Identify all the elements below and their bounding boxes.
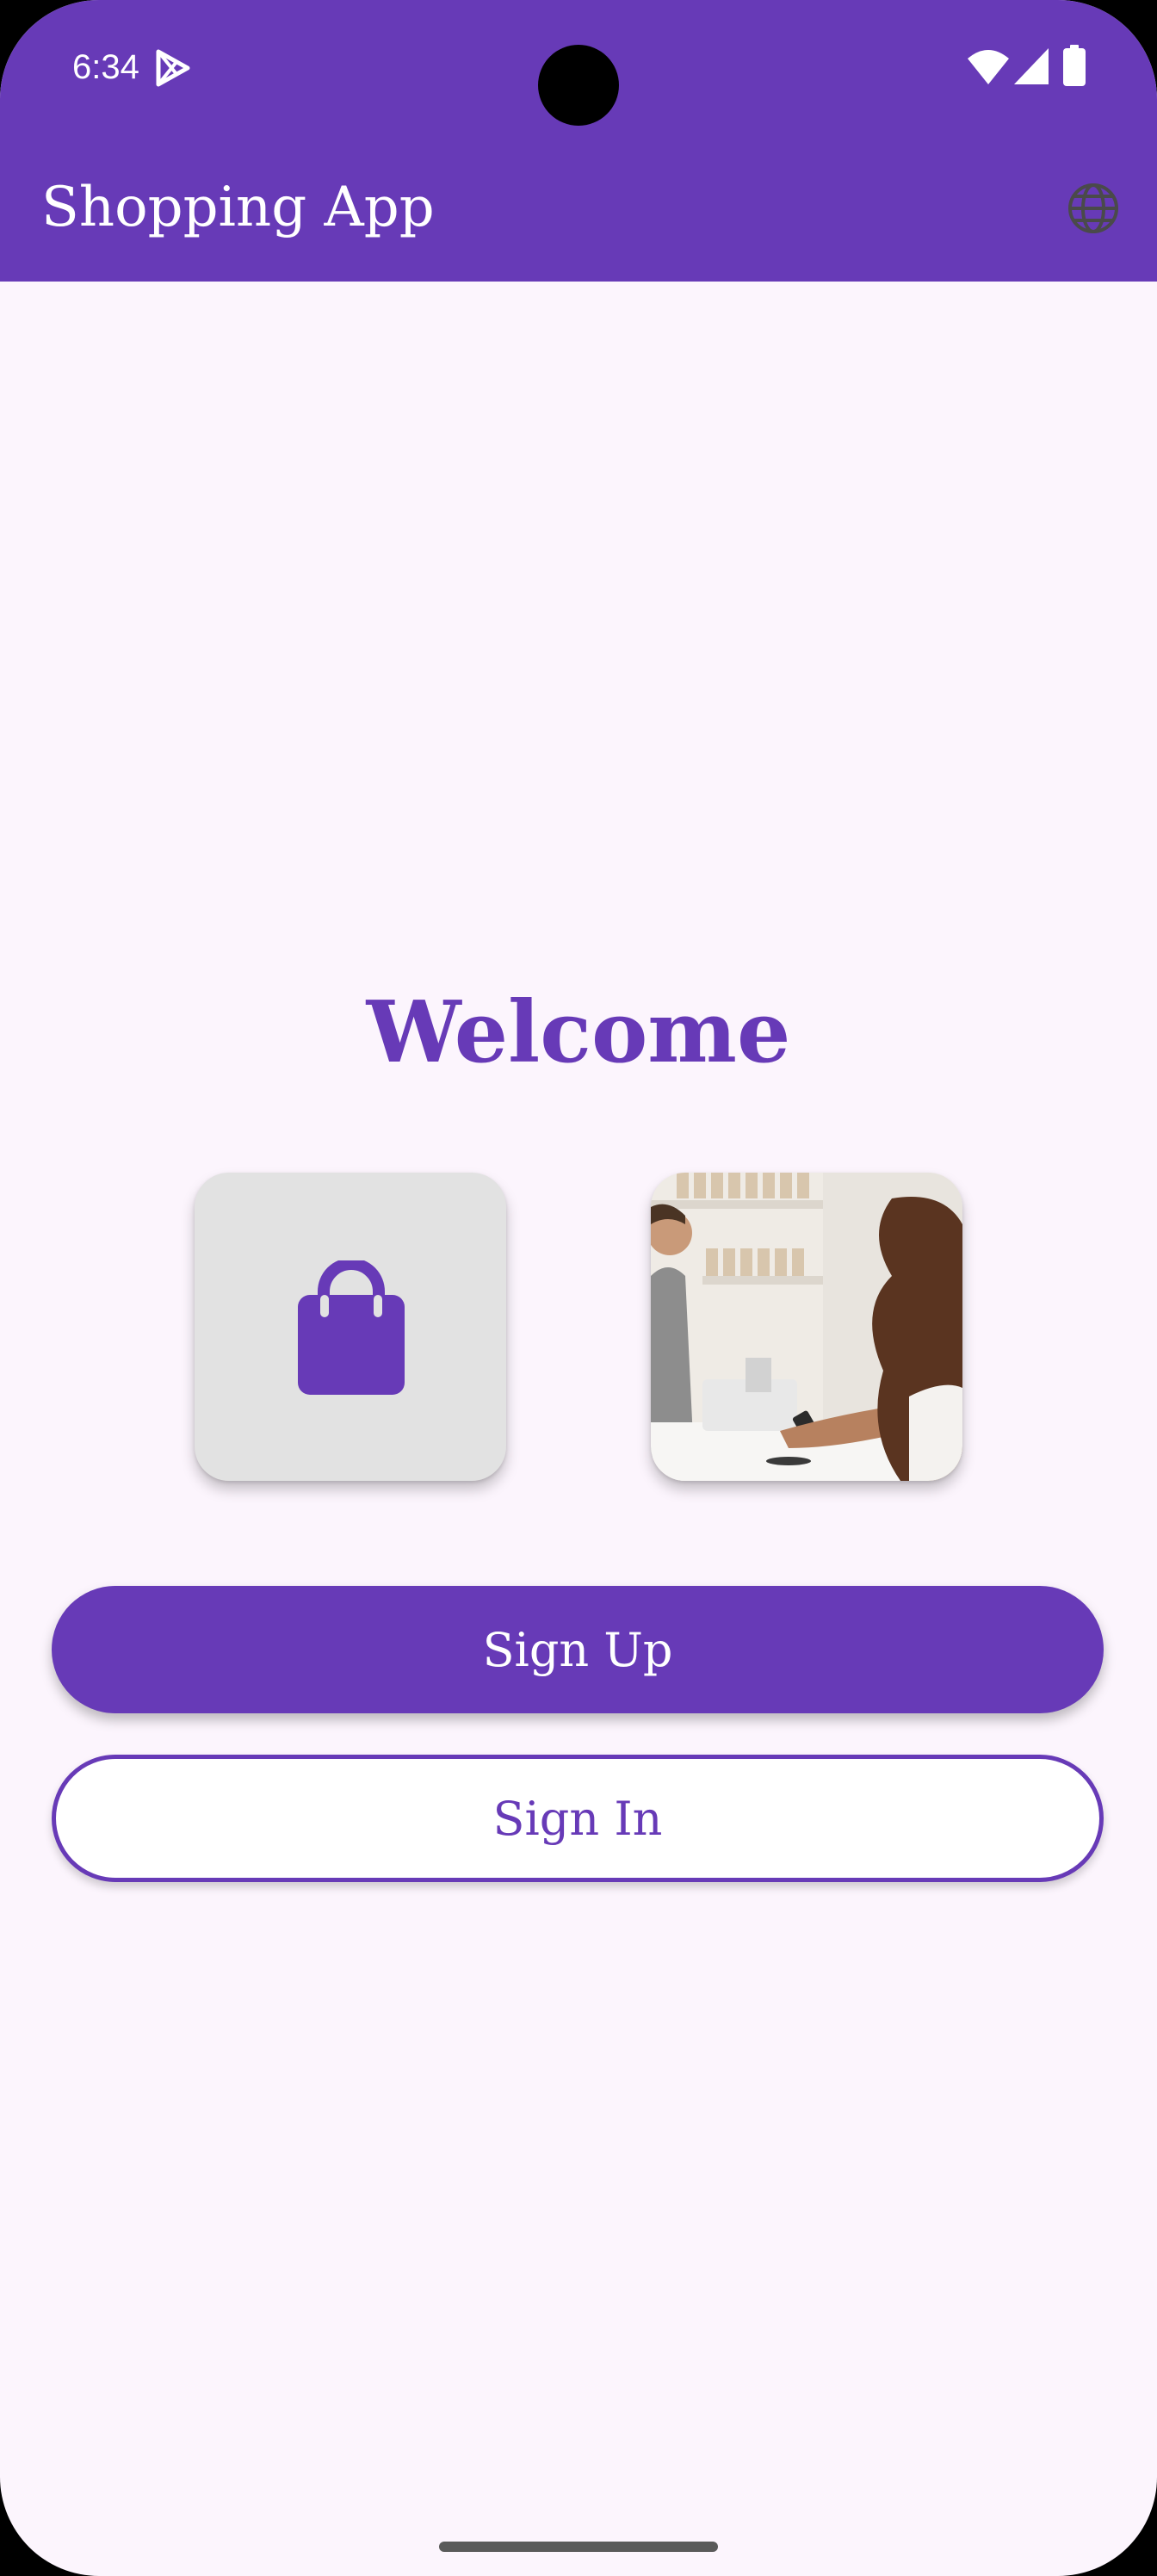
app-header: 6:34 Shopping App: [0, 0, 1157, 282]
sign-in-button[interactable]: Sign In: [52, 1755, 1104, 1882]
welcome-heading: Welcome: [366, 983, 791, 1082]
status-time: 6:34: [72, 48, 139, 86]
shopping-bag-icon: [298, 1260, 405, 1395]
home-indicator[interactable]: [439, 2542, 718, 2552]
checkout-photo-illustration: [651, 1173, 962, 1481]
battery-icon: [1063, 45, 1086, 86]
globe-icon[interactable]: [1066, 181, 1121, 236]
checkout-photo: [651, 1173, 962, 1481]
status-bar: 6:34: [0, 0, 1157, 138]
wifi-icon: [968, 50, 1009, 84]
shopping-bag-tile: [195, 1173, 506, 1481]
camera-cutout: [538, 45, 619, 126]
signal-icon: [1014, 48, 1049, 84]
sign-up-button[interactable]: Sign Up: [52, 1586, 1104, 1713]
play-store-icon: [156, 49, 190, 87]
app-title: Shopping App: [41, 176, 435, 239]
app-screen: 6:34 Shopping App Welcome Sign Up Sign I…: [0, 0, 1157, 2576]
